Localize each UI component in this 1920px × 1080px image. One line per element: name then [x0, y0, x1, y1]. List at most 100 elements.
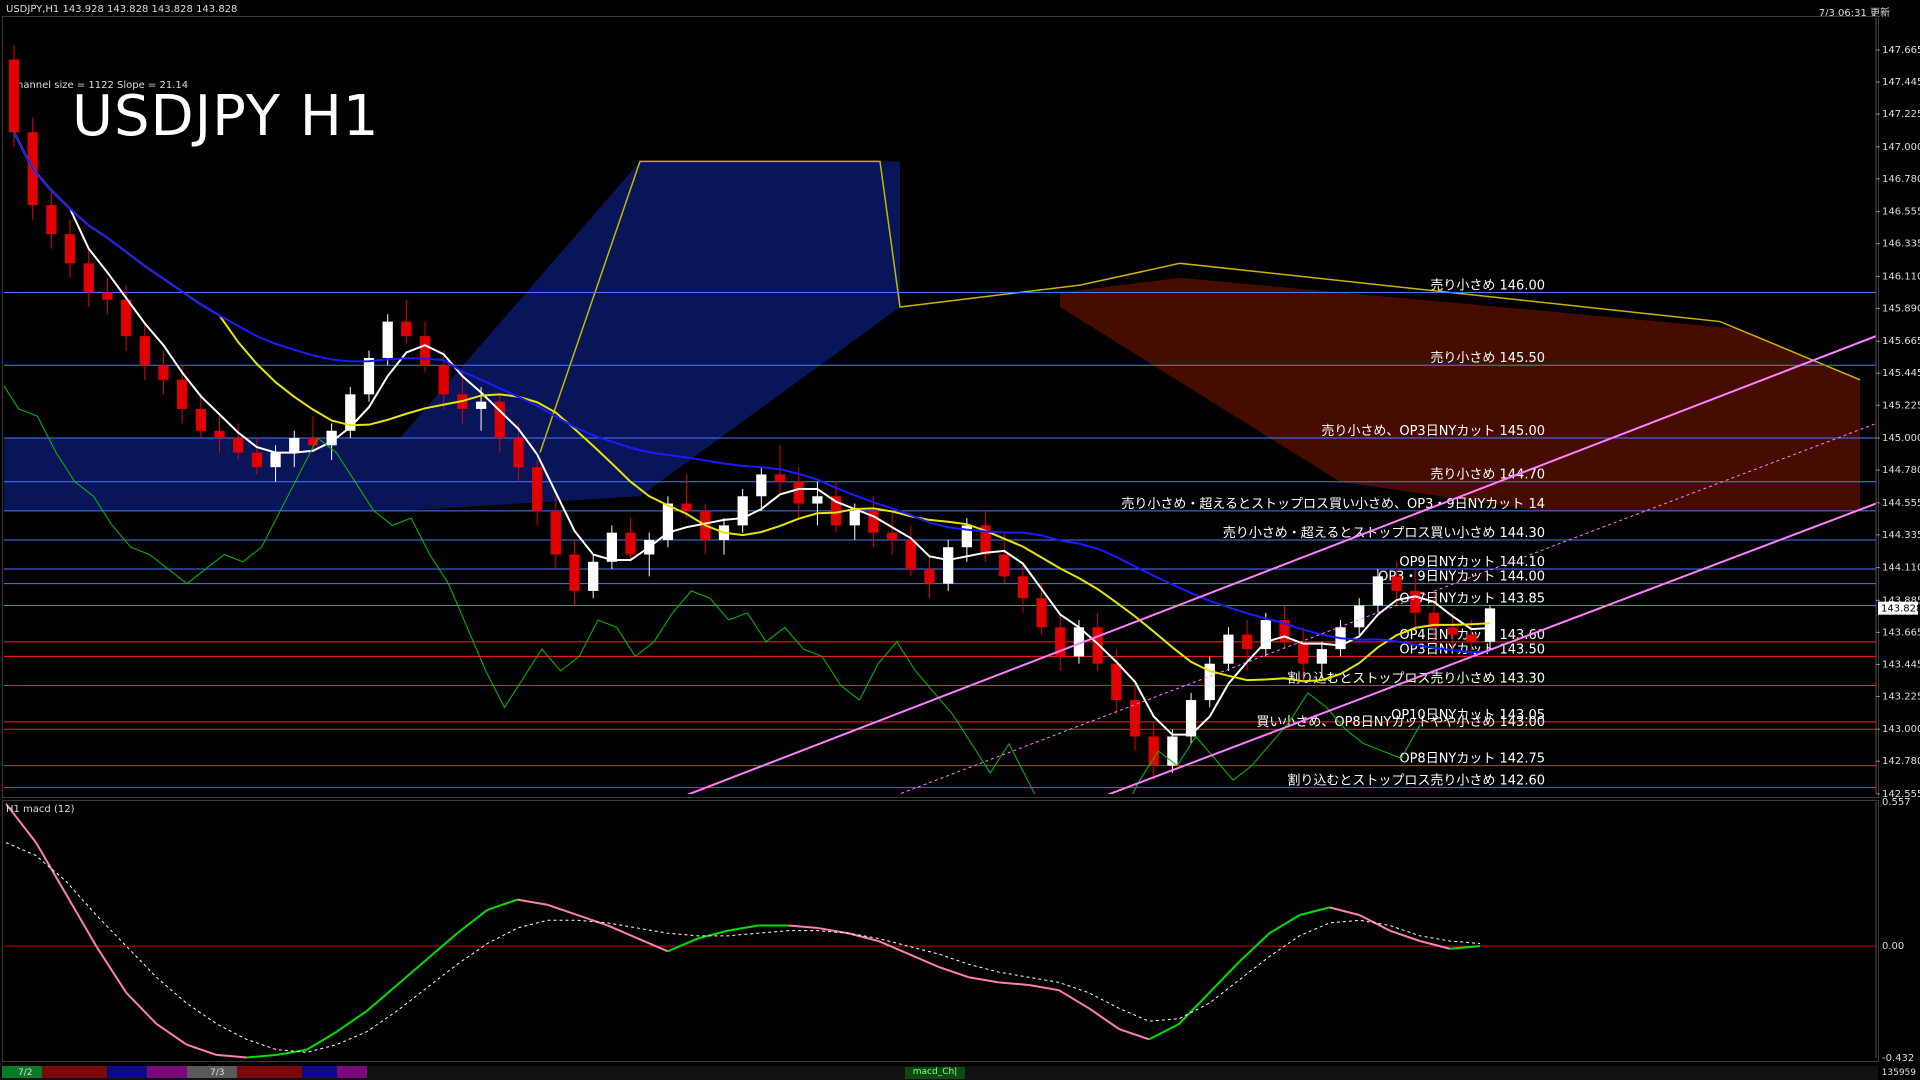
macd-tick-label-1: 0.00 — [1882, 941, 1904, 952]
candle-body — [1447, 627, 1458, 635]
date-block-6 — [237, 1066, 302, 1078]
candle-body — [1466, 634, 1477, 642]
candle-body — [270, 452, 281, 468]
y-tick-label-4: 146.780 — [1882, 174, 1920, 185]
candle-body — [120, 299, 132, 337]
candle-body — [102, 292, 113, 300]
candle-body — [569, 554, 580, 591]
y-tick-label-21: 143.000 — [1882, 724, 1920, 735]
y-tick-label-10: 145.445 — [1882, 368, 1920, 379]
y-axis: 147.665 147.445 147.225 147.000 146.780 146.5… — [1875, 18, 1920, 800]
candle-body — [307, 438, 319, 446]
level-label-3: 売り小さめ 144.70 — [1430, 467, 1545, 483]
candle-body — [1484, 608, 1496, 642]
y-tick-label-20: 143.225 — [1882, 691, 1920, 702]
candle-body — [214, 430, 225, 439]
macd-tab[interactable]: macd_Ch| — [905, 1067, 965, 1079]
candle-body — [475, 401, 487, 409]
candle-body — [849, 510, 860, 526]
level-label-1: 売り小さめ 145.50 — [1430, 350, 1545, 366]
candle-body — [1298, 641, 1309, 664]
y-tick-label-16: 144.110 — [1882, 563, 1920, 574]
candle-body — [1036, 598, 1047, 628]
y-tick-label-5: 146.555 — [1882, 207, 1920, 218]
level-label-15: 割り込むとストップロス売り小さめ 142.60 — [1287, 772, 1545, 788]
y-tick-label-19: 143.445 — [1882, 659, 1920, 670]
candle-body — [774, 474, 786, 482]
candle-body — [924, 569, 935, 584]
candle-body — [177, 379, 188, 409]
y-tick-label-0: 147.665 — [1882, 45, 1920, 56]
candle-body — [681, 503, 692, 511]
y-tick-label-13: 144.780 — [1882, 465, 1920, 476]
y-tick-label-15: 144.335 — [1882, 530, 1920, 541]
candle-body — [1111, 663, 1122, 701]
candle-body — [195, 408, 206, 431]
y-tick-label-22: 142.780 — [1882, 756, 1920, 767]
candle-body — [382, 321, 393, 358]
candle-body — [1372, 576, 1384, 606]
candle-body — [737, 496, 748, 526]
volume-readout: 135959 — [1881, 1068, 1916, 1078]
candle-body — [1316, 649, 1327, 664]
date-block-2 — [42, 1066, 107, 1078]
level-label-7: OP3・9日NYカット 144.00 — [1378, 570, 1545, 585]
candle-body — [1092, 627, 1103, 664]
candle-body — [438, 365, 449, 395]
y-tick-label-3: 147.000 — [1882, 142, 1920, 153]
candle-body — [401, 321, 412, 337]
candle-body — [1410, 590, 1421, 613]
macd-tick-label-2: -0.432 — [1882, 1053, 1914, 1064]
candle-body — [943, 547, 954, 584]
candle-body — [1391, 576, 1402, 591]
candle-body — [233, 438, 244, 453]
y-tick-label-8: 145.890 — [1882, 303, 1920, 314]
candle-body — [419, 336, 431, 366]
candle-body — [532, 467, 543, 511]
plot-area: 売り小さめ 146.00 売り小さめ 145.50 売り小さめ、OP3日NYカット … — [4, 44, 1876, 794]
level-label-5: 売り小さめ・超えるとストップロス買い小さめ 144.30 — [1223, 525, 1545, 541]
candle-body — [158, 365, 169, 380]
candle-body — [793, 481, 804, 504]
y-tick-label-18: 143.665 — [1882, 627, 1920, 638]
candle-body — [64, 234, 76, 264]
date-label-1: 7/2 — [18, 1068, 33, 1078]
y-tick-label-11: 145.225 — [1882, 400, 1920, 411]
candle-body — [8, 59, 20, 133]
candle-body — [289, 438, 300, 453]
candle-body — [625, 532, 636, 555]
y-tick-label-14: 144.555 — [1882, 498, 1920, 509]
macd-panel[interactable] — [2, 800, 1879, 1062]
candle-body — [756, 474, 767, 497]
candle-body — [1241, 634, 1253, 650]
candle-body — [812, 496, 823, 504]
date-label-2: 7/3 — [210, 1068, 225, 1078]
y-tick-label-2: 147.225 — [1882, 109, 1920, 120]
candle-body — [1167, 736, 1178, 766]
candle-body — [550, 510, 561, 555]
level-label-10: OP3日NYカット 143.50 — [1399, 642, 1545, 657]
macd-y-axis: 0.557 0.00 -0.432 — [1875, 797, 1914, 1064]
y-tick-label-9: 145.665 — [1882, 336, 1920, 347]
level-label-4: 売り小さめ・超えるとストップロス買い小さめ、OP3・9日NYカット 14 — [1121, 496, 1545, 512]
y-tick-label-7: 146.110 — [1882, 271, 1920, 282]
date-block-4 — [147, 1066, 187, 1078]
candle-body — [139, 336, 150, 366]
candle-body — [1223, 634, 1234, 664]
date-block-7 — [302, 1066, 337, 1078]
candle-body — [588, 561, 599, 591]
candle-body — [1354, 605, 1365, 628]
candle-body — [251, 452, 263, 468]
macd-title: H1 macd (12) — [6, 804, 75, 815]
level-label-6: OP9日NYカット 144.10 — [1399, 555, 1545, 570]
candle-body — [1148, 736, 1159, 766]
candle-body — [363, 357, 375, 395]
kumo-cloud-blue — [4, 161, 900, 511]
candle-body — [46, 205, 57, 235]
y-tick-label-1: 147.445 — [1882, 77, 1920, 88]
y-tick-label-12: 145.000 — [1882, 433, 1920, 444]
candle-body — [83, 263, 94, 293]
level-label-14: OP8日NYカット 142.75 — [1399, 752, 1545, 767]
y-tick-label-6: 146.335 — [1882, 239, 1920, 250]
level-label-0: 売り小さめ 146.00 — [1430, 277, 1545, 293]
